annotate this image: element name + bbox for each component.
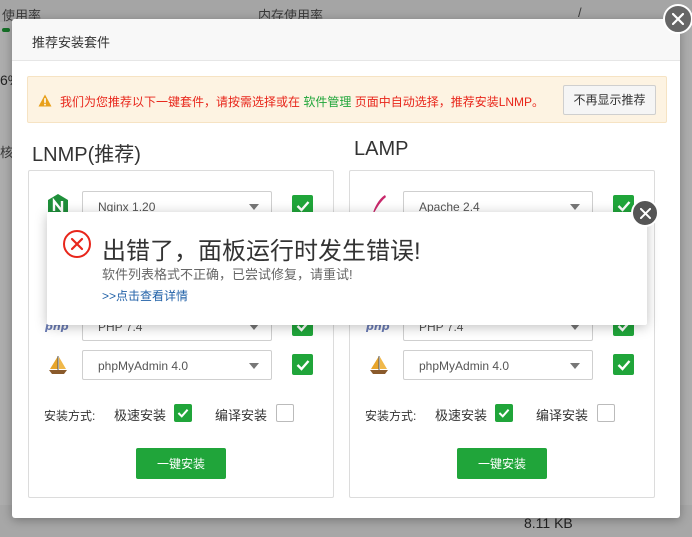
check-icon [296,359,309,371]
compile-install-checkbox[interactable] [597,404,615,422]
check-icon [498,409,510,418]
phpmyadmin-icon [45,352,71,378]
fast-install-checkbox[interactable] [495,404,513,422]
close-icon [672,13,684,25]
modal-title: 推荐安装套件 [12,19,680,61]
error-icon [62,229,92,264]
install-method-label: 安装方式: [44,409,96,423]
dont-show-again-button[interactable]: 不再显示推荐 [563,85,656,115]
install-method-label: 安装方式: [365,409,417,423]
lamp-install-method: 安装方式: 极速安装 编译安装 [365,403,645,425]
error-message: 软件列表格式不正确，已尝试修复，请重试! [102,267,353,282]
phpmyadmin-version-select[interactable]: phpMyAdmin 4.0 [403,350,593,380]
fast-install-checkbox[interactable] [174,404,192,422]
chevron-down-icon [570,363,580,369]
check-icon [617,359,630,371]
phpmyadmin-checkbox[interactable] [613,354,634,375]
lamp-title: LAMP [354,138,409,160]
chevron-down-icon [570,204,580,210]
compile-install-label: 编译安装 [536,408,589,423]
phpmyadmin-version-select[interactable]: phpMyAdmin 4.0 [82,350,272,380]
fast-install-label: 极速安装 [114,408,167,423]
chevron-down-icon [249,204,259,210]
compile-install-checkbox[interactable] [276,404,294,422]
error-close-button[interactable] [631,199,659,227]
notice-text: 我们为您推荐以下一键套件，请按需选择或在 软件管理 页面中自动选择，推荐安装LN… [60,95,545,109]
lnmp-install-button[interactable]: 一键安装 [136,448,226,479]
software-management-link[interactable]: 软件管理 [303,95,351,109]
check-icon [296,200,309,212]
lnmp-install-method: 安装方式: 极速安装 编译安装 [44,403,324,425]
error-details-link[interactable]: >>点击查看详情 [102,287,188,304]
lamp-install-button[interactable]: 一键安装 [457,448,547,479]
error-dialog: 出错了，面板运行时发生错误! 软件列表格式不正确，已尝试修复，请重试! >>点击… [47,199,659,325]
lnmp-title: LNMP(推荐) [32,144,141,166]
lnmp-row-phpmyadmin: phpMyAdmin 4.0 [29,350,333,380]
fast-install-label: 极速安装 [435,408,488,423]
close-icon [639,207,651,219]
modal-close-button[interactable] [663,4,692,34]
chevron-down-icon [249,363,259,369]
warning-icon [38,94,52,112]
compile-install-label: 编译安装 [215,408,268,423]
phpmyadmin-icon [366,352,392,378]
check-icon [617,200,630,212]
check-icon [177,409,189,418]
error-title: 出错了，面板运行时发生错误! [102,238,421,265]
lamp-row-phpmyadmin: phpMyAdmin 4.0 [350,350,654,380]
phpmyadmin-checkbox[interactable] [292,354,313,375]
recommendation-notice: 我们为您推荐以下一键套件，请按需选择或在 软件管理 页面中自动选择，推荐安装LN… [27,76,667,123]
